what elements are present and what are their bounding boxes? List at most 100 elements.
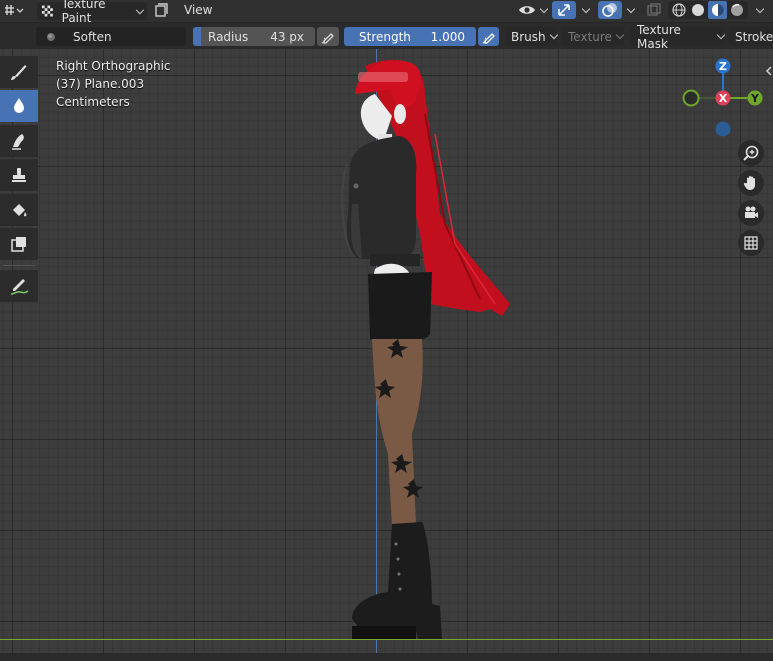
radius-pressure-toggle[interactable]	[317, 27, 339, 46]
hand-icon	[743, 176, 755, 190]
brush-menu-label: Brush	[511, 29, 546, 44]
shading-solid-button[interactable]	[689, 2, 707, 18]
gizmo-z-negative[interactable]	[715, 121, 731, 137]
radius-fill	[193, 27, 201, 46]
stroke-menu[interactable]: Stroke	[729, 27, 773, 46]
brush-preview-icon	[47, 32, 55, 41]
view-toggle-button[interactable]	[153, 0, 173, 20]
visibility-icon	[519, 6, 535, 14]
ear	[394, 104, 406, 124]
viewport-header: Texture Paint View	[0, 0, 773, 25]
overlay-dropdown[interactable]	[623, 0, 637, 20]
clone-tool[interactable]	[0, 159, 38, 191]
mask-icon	[11, 237, 26, 252]
grid-icon	[744, 236, 758, 250]
view-name: Right Orthographic	[56, 59, 171, 73]
shading-group	[668, 1, 748, 19]
strength-value: 1.000	[430, 29, 465, 44]
gizmo-dropdown[interactable]	[578, 0, 592, 20]
xray-toggle-button[interactable]	[645, 0, 663, 20]
shading-rendered-button[interactable]	[728, 2, 746, 18]
visibility-dropdown[interactable]	[518, 0, 550, 20]
zoom-icon	[743, 145, 759, 161]
brush-selector[interactable]: Soften	[36, 27, 186, 46]
mode-label: Texture Paint	[61, 0, 106, 25]
navigation-gizmo[interactable]: Z Y X	[680, 55, 770, 145]
texture-mask-menu-label: Texture Mask	[637, 22, 681, 51]
annotate-tool[interactable]	[0, 270, 38, 302]
editor-type-icon	[5, 5, 24, 15]
3d-viewport[interactable]: Right Orthographic (37) Plane.003 Centim…	[0, 49, 773, 661]
strength-label: Strength	[359, 29, 411, 44]
texture-mask-menu[interactable]: Texture Mask	[630, 23, 726, 51]
gizmo-y-negative[interactable]	[682, 89, 700, 107]
editor-type-button[interactable]	[4, 0, 32, 20]
shading-material-button[interactable]	[708, 1, 727, 19]
stockings	[372, 339, 423, 526]
pen-pressure-icon	[321, 32, 334, 44]
shading-wireframe-button[interactable]	[670, 2, 688, 18]
mask-tool[interactable]	[0, 228, 38, 260]
texture-menu-label: Texture	[568, 29, 612, 44]
view-toggle-icon	[155, 3, 168, 17]
shading-wireframe-icon	[672, 3, 686, 17]
view-menu[interactable]: View	[184, 0, 212, 20]
zoom-button[interactable]	[738, 140, 764, 166]
shading-solid-icon	[692, 4, 704, 16]
overlay-toggle-button[interactable]	[598, 1, 622, 19]
radius-value: 43 px	[270, 29, 304, 44]
texture-menu[interactable]: Texture	[561, 27, 625, 46]
chevron-down-icon	[716, 30, 726, 40]
chevron-down-icon	[581, 4, 591, 13]
shading-dropdown[interactable]	[752, 0, 766, 20]
texture-paint-icon	[41, 5, 53, 17]
annotate-icon	[10, 279, 29, 295]
stroke-menu-label: Stroke	[735, 29, 773, 44]
radius-slider[interactable]: Radius 43 px	[193, 27, 315, 46]
drop-icon	[14, 98, 24, 113]
chevron-down-icon	[549, 30, 558, 40]
viewport-info: Right Orthographic (37) Plane.003 Centim…	[56, 57, 171, 111]
gizmo-toggle-button[interactable]	[552, 1, 576, 19]
draw-tool[interactable]	[0, 56, 38, 88]
camera-icon	[745, 206, 758, 218]
pan-button[interactable]	[738, 170, 764, 196]
strength-pressure-toggle[interactable]	[478, 27, 499, 46]
shorts	[368, 272, 432, 343]
boot	[352, 522, 442, 639]
chevron-down-icon	[626, 4, 636, 13]
stamp-icon	[12, 168, 26, 182]
xray-icon	[647, 3, 661, 16]
paint-bucket-icon	[13, 204, 27, 217]
overlay-icon	[602, 3, 617, 17]
gizmo-icon	[558, 4, 570, 16]
shading-material-icon	[711, 4, 724, 16]
status-bar	[0, 653, 773, 661]
units-label: Centimeters	[56, 95, 130, 109]
brush-name: Soften	[73, 29, 112, 44]
ortho-toggle-button[interactable]	[738, 230, 764, 256]
tool-shelf	[0, 56, 39, 308]
tool-settings-bar: Soften Radius 43 px Strength 1.000 Brush…	[0, 23, 773, 51]
soften-tool[interactable]	[0, 90, 38, 122]
gizmo-z-label: Z	[719, 60, 727, 73]
brush-icon	[11, 65, 27, 80]
chevron-down-icon	[615, 30, 625, 40]
smear-tool[interactable]	[0, 125, 38, 157]
gizmo-y-label: Y	[750, 92, 760, 105]
pen-pressure-icon	[482, 32, 495, 44]
brush-menu[interactable]: Brush	[505, 27, 558, 46]
gizmo-x-label: X	[719, 92, 728, 105]
chevron-down-icon	[539, 4, 549, 13]
chevron-down-icon	[136, 5, 145, 14]
shading-rendered-icon	[731, 3, 743, 16]
mode-dropdown[interactable]: Texture Paint	[37, 0, 147, 25]
camera-view-button[interactable]	[738, 200, 764, 226]
fill-tool[interactable]	[0, 194, 38, 226]
object-name: (37) Plane.003	[56, 77, 145, 91]
character-model	[341, 59, 510, 639]
smear-icon	[12, 134, 24, 150]
radius-label: Radius	[208, 29, 249, 44]
strength-slider[interactable]: Strength 1.000	[344, 27, 476, 46]
toolbar-divider	[3, 265, 35, 266]
